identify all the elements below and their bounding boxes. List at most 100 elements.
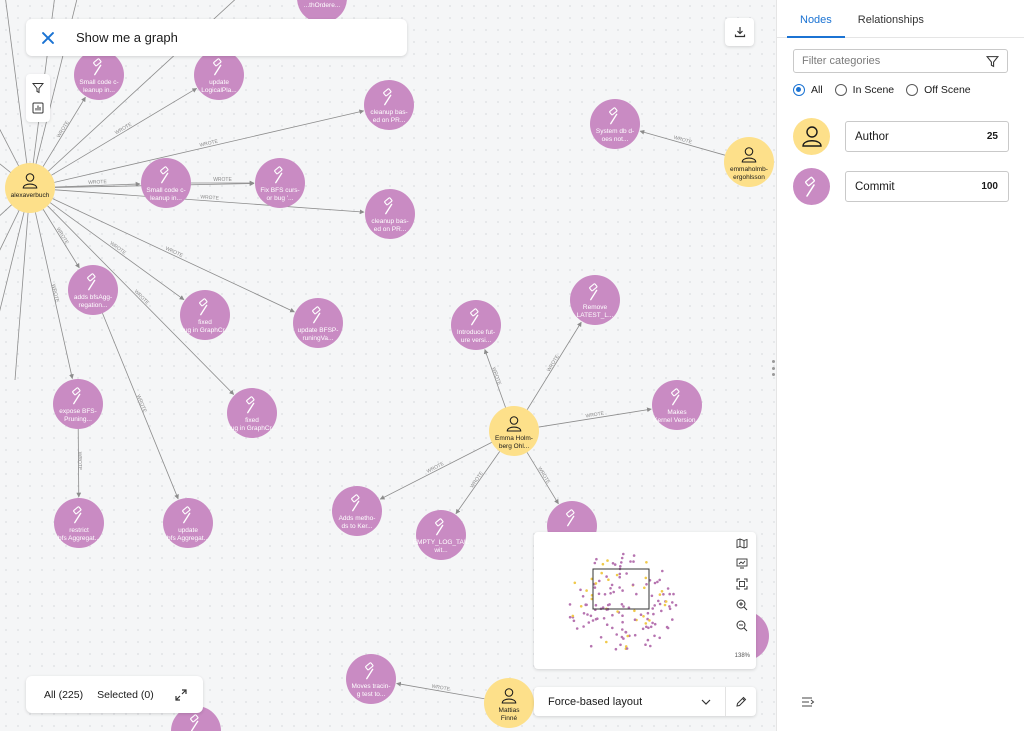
tab-relationships[interactable]: Relationships [845,0,937,37]
node-label: wit... [433,547,448,554]
minimap-dot [649,644,652,648]
minimap-dot [603,593,607,596]
author-node[interactable]: emmaholmb-ergohlsson [724,137,774,187]
zoom-in-icon[interactable] [736,599,748,611]
node-label: adds bfsAgg- [74,294,112,301]
minimap-dot [620,561,623,564]
minimap-dot [599,636,603,639]
person-icon [801,125,822,147]
filter-categories-input[interactable] [802,55,986,67]
node-label: Kernel Version... [653,417,701,424]
author-node[interactable]: alexaverbuch [5,163,55,213]
close-icon[interactable] [40,30,56,46]
minimap-dot [595,557,598,561]
minimap-dot [615,573,619,577]
download-button[interactable] [725,18,754,46]
edge-label: WROTE [673,135,693,146]
search-query[interactable]: Show me a graph [76,30,178,45]
node-label: ...thOrdere... [304,2,341,9]
author-node[interactable]: Emma Holm-berg Ohl... [489,406,539,456]
minimap-dot [660,609,663,613]
side-toolbar [26,74,50,122]
panel-resize-handle[interactable] [771,360,775,376]
fit-to-screen-icon[interactable] [736,578,748,590]
node-label: leanup in... [150,195,182,202]
commit-node[interactable]: Fix BFS curs-or bug '... [255,158,305,208]
node-label: fixed [198,319,212,326]
edge-label: WROTE [88,179,107,186]
minimap-overview[interactable] [534,532,724,669]
minimap-dot [594,582,598,585]
radio-in-scene[interactable]: In Scene [834,84,894,96]
minimap-dot [585,589,588,592]
minimap-dot [597,592,601,596]
screen-icon[interactable] [736,558,748,569]
commit-swatch[interactable] [793,168,830,205]
commit-node[interactable]: expose BFS-Pruning... [53,379,103,429]
filter-icon[interactable] [986,55,999,68]
edit-layout-button[interactable] [726,687,756,716]
author-node[interactable]: MattiasFinné [484,678,534,728]
minimap-dot [579,605,583,608]
filter-icon[interactable] [32,82,44,94]
minimap-dot [582,625,585,628]
node-label: runingVa... [303,335,334,342]
minimap-dot [624,631,628,634]
minimap-dot [611,562,615,565]
category-name: Commit [855,180,895,193]
minimap-dot [645,583,648,586]
minimap-dot [660,590,664,593]
bar-chart-icon[interactable] [32,102,44,114]
commit-node[interactable]: System db d-oes not... [590,99,640,149]
minimap-viewport[interactable] [592,568,650,610]
commit-node[interactable]: cleanup bas-ed on PR... [364,80,414,130]
author-swatch[interactable] [793,118,830,155]
commit-node[interactable]: cleanup bas-ed on PR... [365,189,415,239]
commit-node[interactable]: Introduce fut-ure versi... [451,300,501,350]
commit-node[interactable]: RemoveLATEST_L... [570,275,620,325]
zoom-out-icon[interactable] [736,620,748,632]
minimap-dot [621,589,624,592]
minimap-dot [626,634,629,638]
commit-node[interactable]: update BFSP-runingVa... [293,298,343,348]
commit-node[interactable]: restrictbfs Aggregat... [54,498,104,548]
minimap-dot [594,617,598,621]
radio-off-scene[interactable]: Off Scene [906,84,971,96]
selected-count[interactable]: Selected (0) [97,689,154,701]
commit-node[interactable]: MakesKernel Version... [652,380,702,430]
tab-nodes[interactable]: Nodes [787,0,845,38]
minimap-dot [632,560,635,563]
radio-all[interactable]: All [793,84,823,96]
node-label: EMPTY_LOG_TAIL [413,539,470,546]
commit-node[interactable]: fixedbug in GraphCr... [227,388,277,438]
category-commit[interactable]: Commit 100 [845,171,1009,202]
chevron-down-icon [701,699,711,705]
node-label: Small code c- [79,79,118,86]
minimap-dot [633,633,637,637]
all-count[interactable]: All (225) [44,689,83,701]
commit-node[interactable]: fixedbug in GraphCr... [180,290,230,340]
graph-canvas[interactable]: WROTE WROTE WROTE WROTE WROTE WROTE WROTE WROTE… [0,0,776,731]
commit-node[interactable]: EMPTY_LOG_TAILwit... [413,510,470,560]
scope-radio-group: All In Scene Off Scene [793,84,971,96]
side-panel: Nodes Relationships All In Scene Off Sce… [771,0,1024,731]
commit-node[interactable]: updatebfs Aggregat... [163,498,213,548]
node-label: Remove [583,304,608,311]
minimap-dot [644,643,647,646]
commit-node[interactable]: adds bfsAgg-regation... [68,265,118,315]
expand-icon[interactable] [174,688,188,702]
minimap-dot [589,614,593,618]
map-icon[interactable] [736,538,748,549]
commit-node[interactable]: Adds metho-ds to Ker... [332,486,382,536]
commit-node[interactable]: Moves tracin-g test to... [346,654,396,704]
commit-node[interactable]: updateLogicalPla... [194,50,244,100]
minimap-dot [605,623,609,626]
minimap-dot [629,560,632,563]
commit-node[interactable]: Small code c-leanup in... [141,158,191,208]
collapse-panel-icon[interactable] [801,696,815,708]
layout-select[interactable]: Force-based layout [534,687,726,716]
minimap[interactable]: 138% [534,532,756,669]
minimap-dot [658,578,661,582]
commit-node[interactable]: Small code c-leanup in... [74,50,124,100]
category-author[interactable]: Author 25 [845,121,1009,152]
